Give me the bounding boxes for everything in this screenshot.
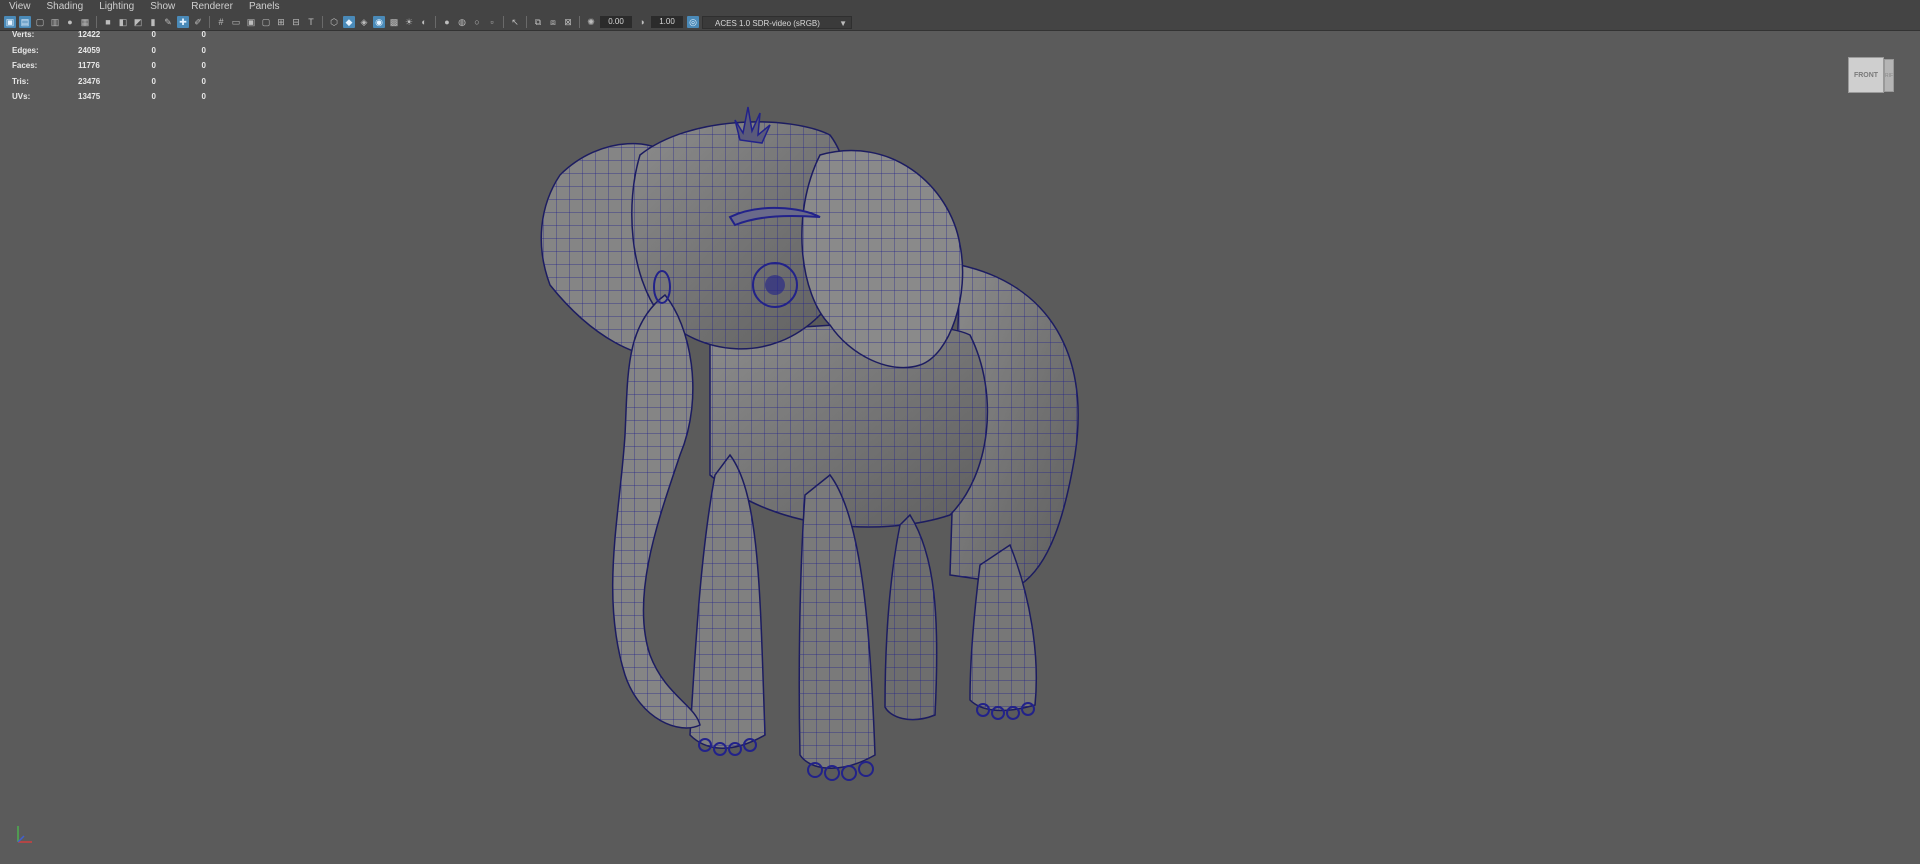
poly-count-hud: Verts: 12422 0 0 Edges: 24059 0 0 Faces:… — [10, 30, 210, 108]
lights-icon[interactable]: ☀ — [403, 16, 415, 28]
hud-value: 0 — [201, 61, 206, 70]
hud-value: 23476 — [78, 76, 101, 86]
xray-icon[interactable]: ⧉ — [532, 16, 544, 28]
hud-label: Tris: — [12, 76, 29, 86]
menu-renderer[interactable]: Renderer — [182, 0, 240, 14]
xray-joints-icon[interactable]: ✚ — [177, 16, 189, 28]
bookmark-flag-icon[interactable]: ▮ — [147, 16, 159, 28]
hud-value: 0 — [201, 76, 206, 86]
grid-icon[interactable]: ● — [64, 16, 76, 28]
toolbar-separator — [579, 16, 580, 28]
hud-value: 0 — [151, 92, 156, 101]
grid-icon[interactable]: # — [215, 16, 227, 28]
camera-tumble-icon[interactable]: ◩ — [132, 16, 144, 28]
chevron-down-icon: ▼ — [839, 18, 847, 28]
hud-value: 12422 — [78, 30, 101, 39]
hud-value: 0 — [151, 76, 156, 86]
textured-icon[interactable]: ◉ — [373, 16, 385, 28]
text-safe-icon[interactable]: T — [305, 16, 317, 28]
color-space-label: ACES 1.0 SDR-video (sRGB) — [715, 18, 820, 28]
color-management-icon[interactable]: ◎ — [687, 16, 699, 28]
toolbar-separator — [209, 16, 210, 28]
shadows-icon[interactable]: ◐ — [418, 16, 430, 28]
color-space-dropdown[interactable]: ACES 1.0 SDR-video (sRGB) ▼ — [702, 15, 852, 29]
viewport-model-elephant[interactable] — [530, 95, 1190, 835]
menu-shading[interactable]: Shading — [38, 0, 91, 14]
hud-row-verts: Verts: 12422 0 0 — [10, 30, 210, 46]
hud-value: 13475 — [78, 92, 101, 101]
hud-value: 11776 — [78, 61, 100, 70]
gamma-field[interactable]: 1.00 — [651, 16, 683, 28]
film-gate-icon[interactable]: ▦ — [79, 16, 91, 28]
hud-row-faces: Faces: 11776 0 0 — [10, 61, 210, 77]
hud-label: Edges: — [12, 45, 39, 55]
gamma-icon[interactable]: ◑ — [636, 16, 648, 28]
camera-move-icon[interactable]: ◧ — [117, 16, 129, 28]
field-chart-icon[interactable]: ▢ — [260, 16, 272, 28]
hud-row-uvs: UVs: 13475 0 0 — [10, 92, 210, 108]
isolate-select-icon[interactable]: ↖ — [509, 16, 521, 28]
view-cube-right-face[interactable]: RIF — [1884, 59, 1894, 92]
wireframe-on-shaded-icon[interactable]: ◈ — [358, 16, 370, 28]
checker-icon[interactable]: ▩ — [388, 16, 400, 28]
view-cube-front-face[interactable]: FRONT — [1848, 57, 1884, 93]
wireframe-icon[interactable]: ⬡ — [328, 16, 340, 28]
select-camera-icon[interactable]: ▣ — [4, 16, 16, 28]
hud-value: 0 — [201, 30, 206, 39]
axis-gizmo — [12, 822, 38, 848]
menu-lighting[interactable]: Lighting — [90, 0, 141, 14]
menu-show[interactable]: Show — [141, 0, 182, 14]
depth-of-field-icon[interactable]: ▫ — [486, 16, 498, 28]
safe-action-icon[interactable]: ⊞ — [275, 16, 287, 28]
gate-mask-icon[interactable]: ▣ — [245, 16, 257, 28]
toolbar-separator — [96, 16, 97, 28]
resolution-gate-icon[interactable]: ▭ — [230, 16, 242, 28]
camera-icon[interactable]: ■ — [102, 16, 114, 28]
hud-row-edges: Edges: 24059 0 0 — [10, 46, 210, 62]
hud-label: Faces: — [12, 61, 38, 70]
view-cube[interactable]: FRONT RIF — [1848, 57, 1894, 93]
paint-icon[interactable]: ✎ — [162, 16, 174, 28]
anti-aliasing-icon[interactable]: ○ — [471, 16, 483, 28]
hud-label: UVs: — [12, 92, 31, 101]
elephant-body-group — [540, 106, 1079, 781]
menu-view[interactable]: View — [0, 0, 38, 14]
smooth-shade-icon[interactable]: ◆ — [343, 16, 355, 28]
hud-value: 0 — [151, 30, 156, 39]
viewport-toolbar: ▣ ▤ ▢ ▥ ● ▦ ■ ◧ ◩ ▮ ✎ ✚ ✐ # ▭ ▣ ▢ ⊞ ⊟ T … — [0, 14, 1920, 31]
screen-space-ao-icon[interactable]: ● — [441, 16, 453, 28]
toolbar-separator — [526, 16, 527, 28]
toolbar-separator — [322, 16, 323, 28]
hud-row-tris: Tris: 23476 0 0 — [10, 77, 210, 93]
toolbar-separator — [435, 16, 436, 28]
hud-label: Verts: — [12, 30, 35, 39]
motion-blur-icon[interactable]: ◍ — [456, 16, 468, 28]
exposure-icon[interactable]: ✺ — [585, 16, 597, 28]
image-plane-icon[interactable]: ▥ — [49, 16, 61, 28]
pen-icon[interactable]: ✐ — [192, 16, 204, 28]
bookmark-icon[interactable]: ▢ — [34, 16, 46, 28]
elephant-mesh — [540, 106, 1079, 781]
backface-culling-icon[interactable]: ⧈ — [547, 16, 559, 28]
component-xray-icon[interactable]: ⊠ — [562, 16, 574, 28]
exposure-field[interactable]: 0.00 — [600, 16, 632, 28]
hud-value: 0 — [151, 61, 156, 70]
camera-attributes-icon[interactable]: ▤ — [19, 16, 31, 28]
hud-value: 24059 — [78, 45, 101, 55]
toolbar-separator — [503, 16, 504, 28]
safe-title-icon[interactable]: ⊟ — [290, 16, 302, 28]
viewport-menu-bar: View Shading Lighting Show Renderer Pane… — [0, 0, 1920, 14]
menu-panels[interactable]: Panels — [240, 0, 287, 14]
hud-value: 0 — [151, 45, 156, 55]
hud-value: 0 — [201, 92, 206, 101]
hud-value: 0 — [201, 45, 206, 55]
